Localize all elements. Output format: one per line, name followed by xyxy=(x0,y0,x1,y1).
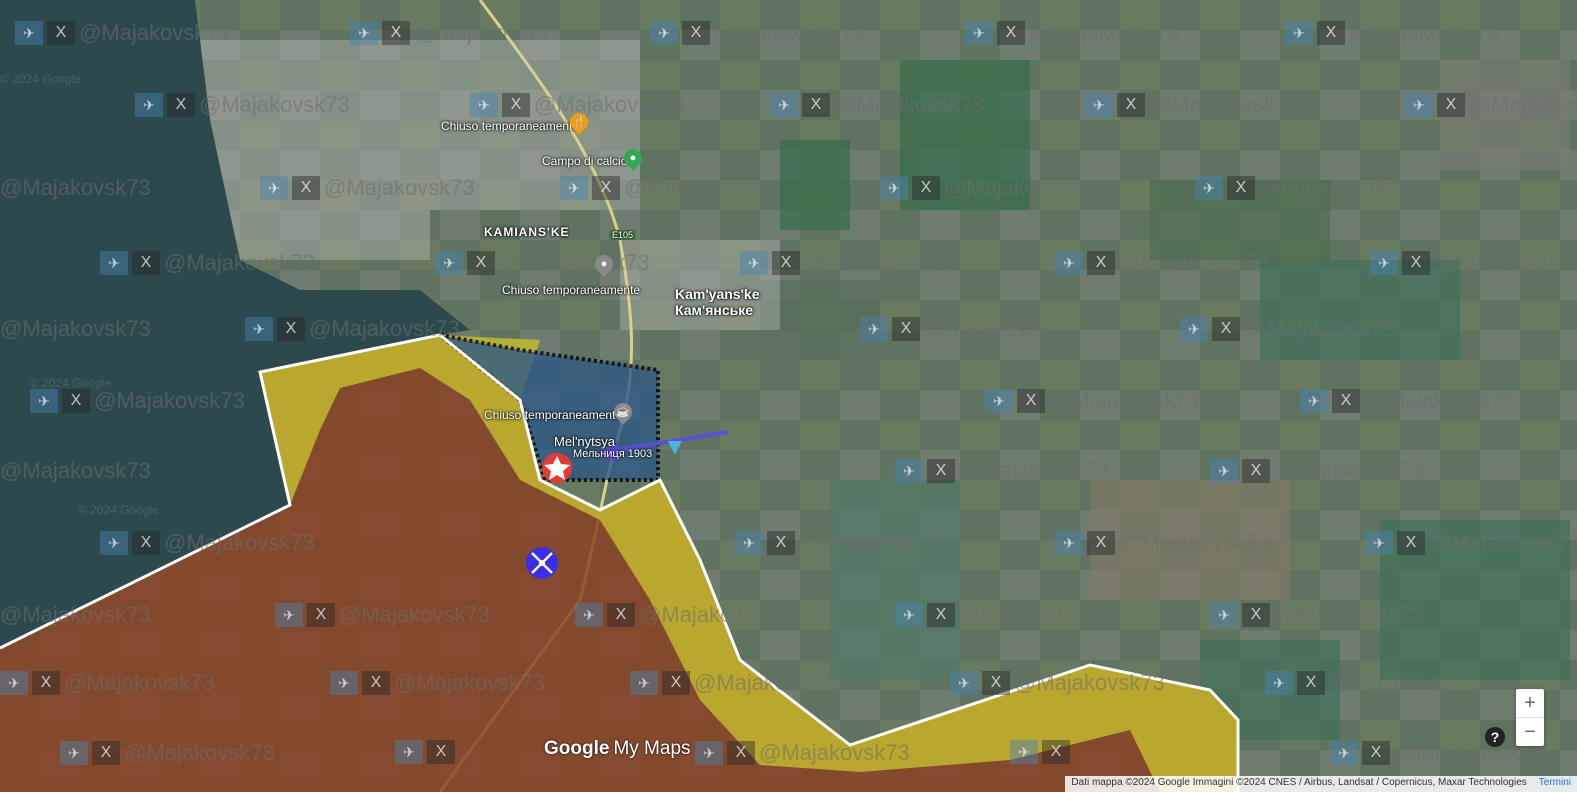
map-attribution: Dati mappa ©2024 Google Immagini ©2024 C… xyxy=(1065,776,1577,792)
terms-link[interactable]: Termini xyxy=(1539,777,1571,791)
mill-label: Mel'nytsya xyxy=(554,434,616,449)
football-pin-icon[interactable]: ● xyxy=(620,145,646,171)
attribution-text: Dati mappa ©2024 Google Immagini ©2024 C… xyxy=(1071,777,1527,788)
restaurant-pin-icon[interactable]: 🍴 xyxy=(566,109,592,135)
zoom-out-button[interactable]: − xyxy=(1516,718,1544,746)
map-canvas[interactable] xyxy=(0,0,1577,792)
district-label: KAMIANS'KE xyxy=(484,225,570,239)
road-shield-e105: E105 xyxy=(609,230,637,240)
mill-year-label: Мельниця 1903 xyxy=(573,448,653,460)
closed-label-1: Chiuso temporaneamente xyxy=(441,119,580,133)
football-label: Campo di calcio xyxy=(542,154,628,168)
closed-label-2: Chiuso temporaneamente xyxy=(502,283,641,297)
town-label-latin: Kam'yans'ke xyxy=(675,286,760,302)
closed-label-3: Chiuso temporaneamente xyxy=(484,408,623,422)
zoom-control: + − xyxy=(1516,689,1544,746)
drone-icon xyxy=(526,547,558,579)
google-mymaps-logo: Google My Maps xyxy=(544,738,691,759)
explosion-icon xyxy=(542,453,572,483)
place-pin-icon[interactable]: ☕ xyxy=(610,399,636,425)
place-pin-icon[interactable]: ● xyxy=(591,251,617,277)
help-button[interactable]: ? xyxy=(1485,727,1505,747)
zoom-in-button[interactable]: + xyxy=(1516,689,1544,717)
town-label-cyrillic: Кам'янське xyxy=(675,302,753,318)
